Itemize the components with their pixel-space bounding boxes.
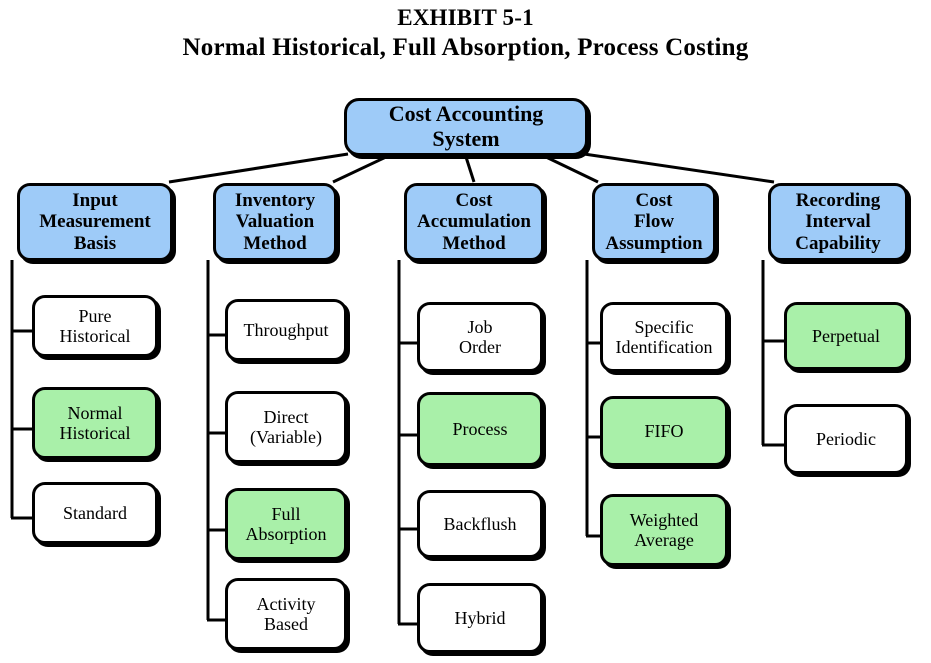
node-header-4[interactable]: Cost Flow Assumption (592, 183, 716, 261)
title-line-subtitle: Normal Historical, Full Absorption, Proc… (182, 34, 749, 61)
node-leaf-3-2[interactable]: Process (417, 392, 543, 466)
node-cost-accounting-system[interactable]: Cost Accounting System (344, 98, 588, 156)
node-leaf-5-1-label: Perpetual (812, 325, 880, 346)
node-header-1-label: Input Measurement Basis (39, 190, 151, 254)
node-leaf-4-3-label: Weighted Average (629, 509, 699, 550)
node-leaf-4-2-label: FIFO (644, 420, 684, 441)
node-leaf-3-4[interactable]: Hybrid (417, 583, 543, 653)
node-leaf-5-2-label: Periodic (816, 428, 876, 449)
title-line-exhibit: EXHIBIT 5-1 (397, 5, 534, 30)
node-leaf-3-4-label: Hybrid (454, 607, 506, 628)
node-leaf-1-1-label: Pure Historical (59, 305, 131, 346)
node-leaf-2-1-label: Throughput (243, 319, 329, 340)
node-leaf-2-2-label: Direct (Variable) (250, 406, 322, 447)
exhibit-title: EXHIBIT 5-1 Normal Historical, Full Abso… (0, 4, 931, 63)
node-header-2[interactable]: Inventory Valuation Method (213, 183, 337, 261)
node-leaf-3-2-label: Process (452, 418, 508, 439)
node-leaf-3-3[interactable]: Backflush (417, 490, 543, 558)
node-leaf-1-3-label: Standard (63, 502, 127, 523)
node-leaf-2-2[interactable]: Direct (Variable) (225, 391, 347, 463)
node-leaf-5-1[interactable]: Perpetual (784, 302, 908, 370)
node-header-4-label: Cost Flow Assumption (605, 190, 703, 254)
node-leaf-4-3[interactable]: Weighted Average (600, 494, 728, 566)
node-leaf-1-2-label: Normal Historical (59, 402, 131, 443)
diagram-canvas: EXHIBIT 5-1 Normal Historical, Full Abso… (0, 0, 931, 663)
node-leaf-4-2[interactable]: FIFO (600, 396, 728, 466)
node-leaf-3-1[interactable]: Job Order (417, 302, 543, 372)
node-leaf-1-2[interactable]: Normal Historical (32, 387, 158, 459)
node-leaf-2-3[interactable]: Full Absorption (225, 488, 347, 560)
node-header-3-label: Cost Accumulation Method (417, 190, 531, 254)
node-header-1[interactable]: Input Measurement Basis (17, 183, 173, 261)
node-leaf-4-1[interactable]: Specific Identification (600, 302, 728, 372)
node-leaf-2-1[interactable]: Throughput (225, 299, 347, 361)
node-leaf-3-1-label: Job Order (459, 316, 501, 357)
node-leaf-1-1[interactable]: Pure Historical (32, 295, 158, 357)
node-leaf-2-3-label: Full Absorption (245, 503, 327, 544)
node-leaf-2-4[interactable]: Activity Based (225, 578, 347, 650)
node-leaf-3-3-label: Backflush (443, 513, 517, 534)
node-header-5[interactable]: Recording Interval Capability (768, 183, 908, 261)
node-leaf-1-3[interactable]: Standard (32, 482, 158, 544)
node-leaf-4-1-label: Specific Identification (615, 316, 713, 357)
node-leaf-5-2[interactable]: Periodic (784, 404, 908, 474)
node-leaf-2-4-label: Activity Based (256, 593, 316, 634)
node-header-2-label: Inventory Valuation Method (234, 190, 316, 254)
node-header-3[interactable]: Cost Accumulation Method (404, 183, 544, 261)
node-header-5-label: Recording Interval Capability (795, 190, 881, 254)
node-cost-accounting-system-label: Cost Accounting System (388, 101, 544, 151)
